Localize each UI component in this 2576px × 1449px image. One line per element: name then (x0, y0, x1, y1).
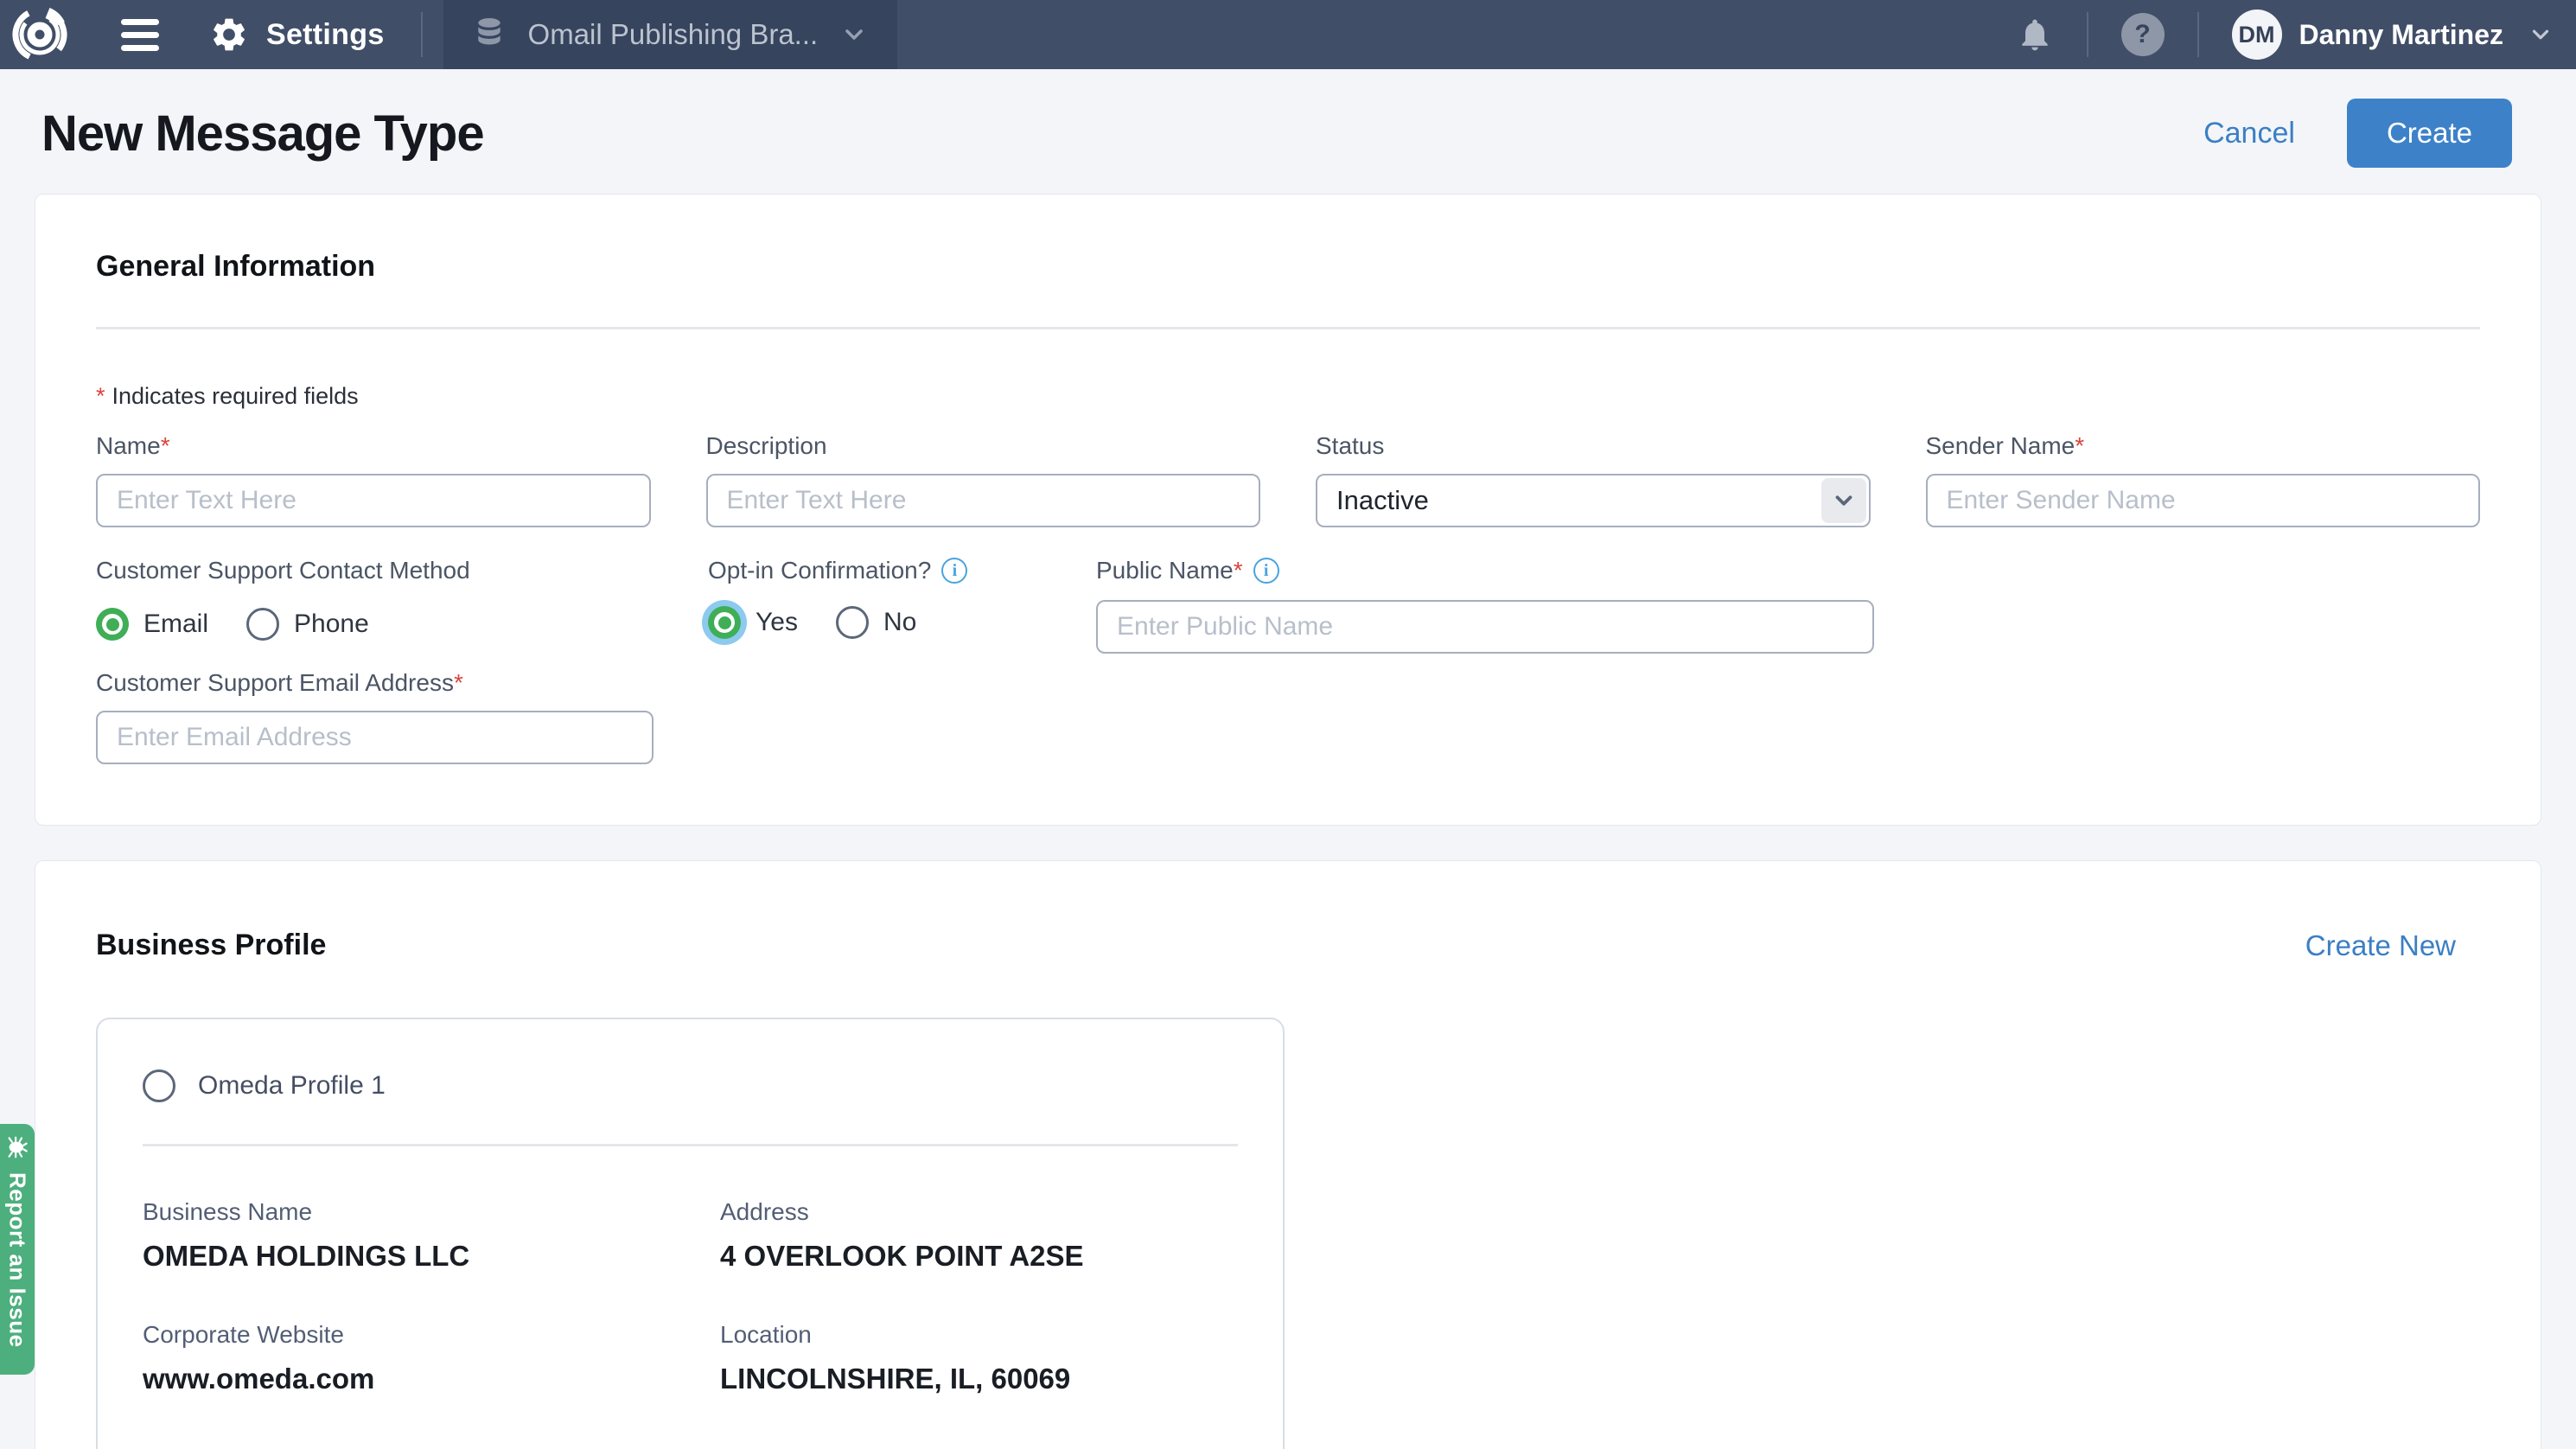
profile-divider (143, 1144, 1238, 1146)
profile-field-business-name: Business Name OMEDA HOLDINGS LLC (143, 1198, 720, 1273)
brand-selector-dropdown[interactable]: Omail Publishing Bra... (443, 0, 898, 69)
user-menu-chevron-icon[interactable] (2528, 22, 2554, 48)
public-name-info-icon[interactable]: i (1253, 558, 1279, 584)
opt-in-radio-no[interactable]: No (836, 606, 916, 639)
page-header: New Message Type Cancel Create (0, 99, 2576, 168)
report-an-issue-tab[interactable]: Report an Issue (0, 1124, 35, 1375)
contact-method-radio-email[interactable]: Email (96, 608, 208, 641)
contact-method-label: Customer Support Contact Method (96, 557, 654, 584)
description-input[interactable] (706, 474, 1261, 527)
sender-name-label: Sender Name* (1926, 432, 2481, 460)
opt-in-label: Opt-in Confirmation? (708, 557, 931, 584)
top-navbar: Settings Omail Publishing Bra... ? DM Da… (0, 0, 2576, 69)
profile-field-corporate-website: Corporate Website www.omeda.com (143, 1321, 720, 1395)
report-an-issue-label: Report an Issue (4, 1172, 31, 1348)
navbar-divider (2087, 12, 2088, 57)
description-field-group: Description (706, 432, 1261, 527)
status-chevron-down-icon (1821, 478, 1866, 523)
cancel-button[interactable]: Cancel (2203, 117, 2295, 150)
required-fields-note: *Indicates required fields (96, 383, 2480, 410)
profile-option-card: Omeda Profile 1 Business Name OMEDA HOLD… (96, 1018, 1285, 1449)
database-icon (473, 16, 506, 54)
contact-method-radio-phone[interactable]: Phone (246, 608, 369, 641)
create-button[interactable]: Create (2347, 99, 2512, 168)
section-divider (96, 327, 2480, 329)
radio-selected-icon (96, 608, 129, 641)
profile-field-location: Location LINCOLNSHIRE, IL, 60069 (720, 1321, 1238, 1395)
user-name[interactable]: Danny Martinez (2299, 19, 2503, 51)
status-selected-value: Inactive (1336, 485, 1429, 516)
bug-icon (4, 1134, 30, 1160)
general-information-card: General Information *Indicates required … (35, 194, 2541, 826)
opt-in-field-group: Opt-in Confirmation? i Yes No (708, 557, 1041, 654)
navbar-divider (421, 12, 423, 57)
sender-name-field-group: Sender Name* (1926, 432, 2481, 527)
status-select[interactable]: Inactive (1316, 474, 1871, 527)
required-asterisk: * (96, 383, 105, 409)
profile-radio-omeda-profile-1[interactable]: Omeda Profile 1 (143, 1069, 1238, 1102)
general-information-title: General Information (96, 250, 2480, 284)
support-email-label: Customer Support Email Address* (96, 669, 654, 697)
contact-method-field-group: Customer Support Contact Method Email Ph… (96, 557, 654, 654)
hamburger-menu-icon[interactable] (121, 19, 159, 51)
create-new-profile-link[interactable]: Create New (2305, 929, 2456, 962)
business-profile-title: Business Profile (96, 929, 326, 962)
radio-selected-icon (708, 606, 741, 639)
public-name-label: Public Name* (1096, 557, 1243, 584)
navbar-divider (2197, 12, 2199, 57)
support-email-field-group: Customer Support Email Address* (96, 669, 654, 764)
brand-selector-label: Omail Publishing Bra... (528, 18, 819, 51)
settings-nav-label[interactable]: Settings (266, 18, 385, 52)
settings-gear-icon[interactable] (209, 15, 249, 54)
opt-in-info-icon[interactable]: i (941, 558, 967, 584)
description-label: Description (706, 432, 1261, 460)
name-field-group: Name* (96, 432, 651, 527)
user-avatar[interactable]: DM (2232, 10, 2282, 60)
public-name-field-group: Public Name* i (1096, 557, 1874, 654)
chevron-down-icon (840, 21, 868, 48)
business-profile-card: Business Profile Create New Omeda Profil… (35, 860, 2541, 1449)
notifications-bell-icon[interactable] (2016, 15, 2054, 54)
sender-name-input[interactable] (1926, 474, 2481, 527)
name-input[interactable] (96, 474, 651, 527)
status-label: Status (1316, 432, 1871, 460)
omeda-logo-icon[interactable] (12, 7, 67, 62)
profile-field-address: Address 4 OVERLOOK POINT A2SE (720, 1198, 1238, 1273)
status-field-group: Status Inactive (1316, 432, 1871, 527)
radio-unselected-icon (246, 608, 279, 641)
radio-unselected-icon (836, 606, 869, 639)
radio-unselected-icon (143, 1069, 175, 1102)
page-title: New Message Type (41, 105, 484, 163)
help-icon[interactable]: ? (2121, 13, 2165, 56)
name-label: Name* (96, 432, 651, 460)
public-name-input[interactable] (1096, 600, 1874, 654)
opt-in-radio-yes[interactable]: Yes (708, 606, 798, 639)
support-email-input[interactable] (96, 711, 654, 764)
